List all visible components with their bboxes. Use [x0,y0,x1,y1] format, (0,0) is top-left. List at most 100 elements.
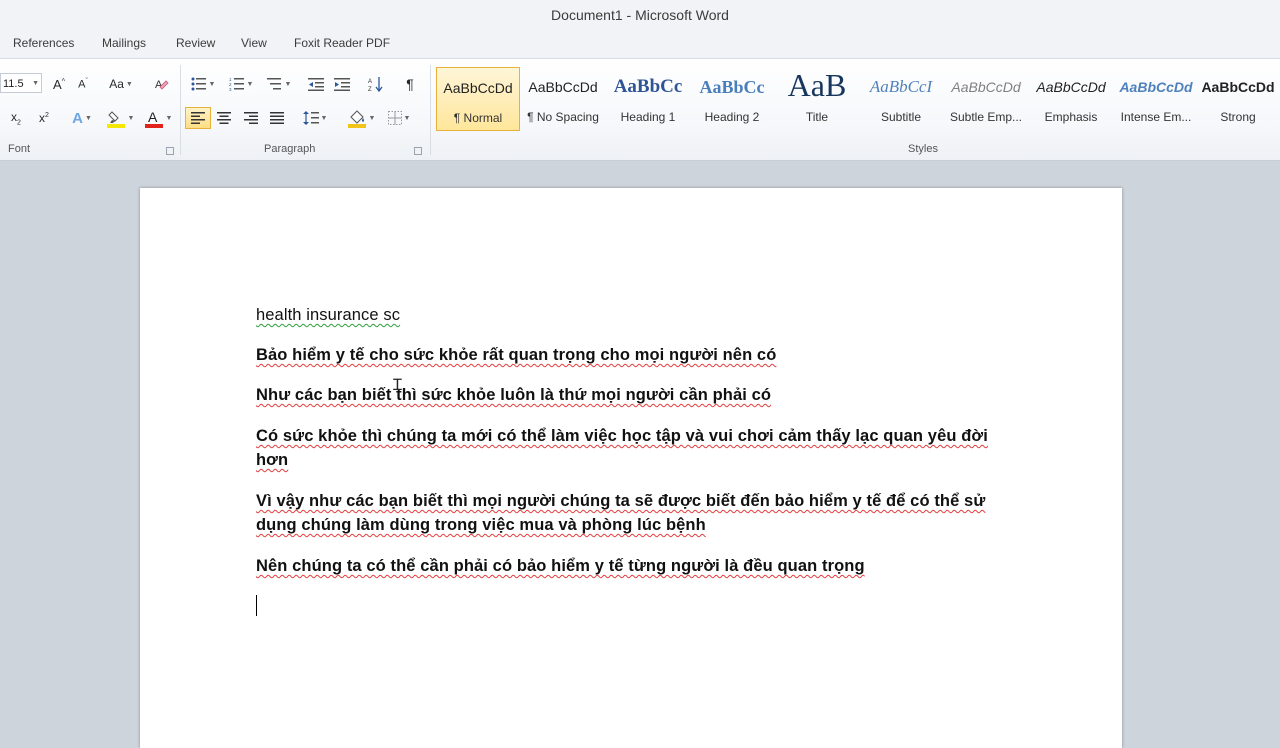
style-sample: AaBbCcDd [1036,79,1106,95]
grow-font-button[interactable]: A^ [50,73,68,95]
multilevel-list-button[interactable]: ▼ [264,73,294,95]
style-strong[interactable]: AaBbCcDd Strong [1196,67,1280,131]
style-title[interactable]: AaB Title [775,67,859,131]
paragraph-text: Như các bạn biết thì sức khỏe luôn là th… [256,386,772,404]
multilevel-list-icon [266,78,281,90]
style-sample: AaBbCcDd [443,80,513,96]
ribbon-tabs: References Mailings Review View Foxit Re… [0,32,1280,58]
tab-view[interactable]: View [241,36,267,50]
document-paragraph[interactable]: health insurance sc [256,303,1016,327]
font-dialog-launcher-icon[interactable] [166,147,174,155]
clear-formatting-button[interactable]: A [152,73,172,95]
paragraph-text: Bảo hiểm y tế cho sức khỏe rất quan trọn… [256,346,777,364]
borders-button[interactable]: ▼ [384,107,414,129]
show-formatting-marks-button[interactable]: ¶ [400,73,420,95]
chevron-down-icon: ▼ [165,114,173,122]
paragraph-text: Nên chúng ta có thể cần phải có bảo hiểm… [256,557,865,575]
style-sample: AaBbCcI [869,77,933,96]
sort-icon: A Z [368,77,383,92]
style-normal[interactable]: AaBbCcDd ¶ Normal [436,67,520,131]
document-paragraph[interactable]: Như các bạn biết thì sức khỏe luôn là th… [256,383,1016,407]
change-case-button[interactable]: Aa ▼ [108,73,134,95]
align-right-icon [244,112,258,124]
document-paragraph[interactable]: Vì vậy như các bạn biết thì mọi người ch… [256,489,1016,537]
style-sample: AaB [787,67,847,103]
bullets-button[interactable]: ▼ [188,73,218,95]
style-name: Strong [1220,110,1256,124]
group-divider [430,65,431,155]
style-subtle-emphasis[interactable]: AaBbCcDd Subtle Emp... [944,67,1028,131]
decrease-indent-icon [308,78,324,91]
superscript-icon: x2 [39,111,49,125]
sort-button[interactable]: A Z [366,73,386,95]
numbering-button[interactable]: 1 2 3 ▼ [226,73,256,95]
document-paragraph[interactable]: Bảo hiểm y tế cho sức khỏe rất quan trọn… [256,343,1016,367]
style-no-spacing[interactable]: AaBbCcDd ¶ No Spacing [521,67,605,131]
font-size-value: 11.5 [3,78,24,90]
style-name: ¶ Normal [453,111,503,125]
text-effects-button[interactable]: A ▼ [68,107,96,129]
chevron-down-icon: ▼ [403,114,411,122]
style-heading-1[interactable]: AaBbCc Heading 1 [606,67,690,131]
show-formatting-marks-icon: ¶ [406,76,414,92]
tab-references[interactable]: References [13,36,74,50]
style-emphasis[interactable]: AaBbCcDd Emphasis [1029,67,1113,131]
style-name: Heading 1 [620,110,676,124]
style-heading-2[interactable]: AaBbCc Heading 2 [690,67,774,131]
font-size-input[interactable]: 11.5 ▼ [0,73,42,93]
group-divider [180,65,181,155]
title-bar: Document1 - Microsoft Word [0,0,1280,32]
style-intense-emphasis[interactable]: AaBbCcDd Intense Em... [1114,67,1198,131]
document-page[interactable]: health insurance sc Bảo hiểm y tế cho sứ… [140,188,1122,748]
style-sample: AaBbCcDd [951,79,1021,95]
style-sample: AaBbCc [613,76,683,97]
line-spacing-button[interactable]: ▼ [300,107,330,129]
tab-review[interactable]: Review [176,36,215,50]
style-name: Subtitle [880,110,922,124]
document-paragraph[interactable]: Nên chúng ta có thể cần phải có bảo hiểm… [256,554,1016,578]
style-name: Subtle Emp... [949,110,1023,124]
grow-font-icon: A^ [53,76,65,92]
font-group-label: Font [8,143,31,155]
svg-text:A: A [148,109,158,125]
chevron-down-icon: ▼ [125,80,133,88]
decrease-indent-button[interactable] [306,73,326,95]
change-case-icon: Aa [109,77,124,91]
highlight-color-button[interactable]: ▼ [104,107,136,129]
subscript-icon: x2 [11,109,21,127]
style-sample: AaBbCcDd [528,79,598,95]
tab-foxit-reader-pdf[interactable]: Foxit Reader PDF [294,36,390,50]
ribbon: 11.5 ▼ A^ Aˇ Aa ▼ A x2 x2 A ▼ ▼ A ▼ Font… [0,58,1280,161]
style-sample: AaBbCcDd [1119,79,1193,95]
bullets-icon [191,77,206,91]
window-title: Document1 - Microsoft Word [551,7,729,23]
shrink-font-button[interactable]: Aˇ [74,73,92,95]
chevron-down-icon: ▼ [208,80,216,88]
justify-button[interactable] [267,107,287,129]
font-color-icon: A [144,109,163,128]
borders-icon [387,111,402,125]
superscript-button[interactable]: x2 [34,107,54,129]
center-button[interactable] [214,107,234,129]
text-effects-icon: A [72,109,83,127]
paragraph-text: Vì vậy như các bạn biết thì mọi người ch… [256,492,986,534]
shading-icon [347,110,366,128]
style-subtitle[interactable]: AaBbCcI Subtitle [859,67,943,131]
align-right-button[interactable] [241,107,261,129]
paragraph-dialog-launcher-icon[interactable] [414,147,422,155]
style-sample: AaBbCcDd [1201,79,1275,95]
shading-button[interactable]: ▼ [344,107,378,129]
justify-icon [270,112,284,124]
paragraph-text: Có sức khỏe thì chúng ta mới có thể làm … [256,427,988,469]
align-left-button[interactable] [185,107,211,129]
subscript-button[interactable]: x2 [6,107,26,129]
paragraph-text: health insurance sc [256,306,401,324]
document-paragraph[interactable]: Có sức khỏe thì chúng ta mới có thể làm … [256,424,1016,472]
increase-indent-button[interactable] [332,73,352,95]
ibeam-cursor-icon: Ɪ [393,377,402,394]
style-sample: AaBbCc [699,77,765,97]
tab-mailings[interactable]: Mailings [102,36,146,50]
font-color-button[interactable]: A ▼ [142,107,174,129]
center-icon [217,112,231,124]
chevron-down-icon: ▼ [127,114,135,122]
